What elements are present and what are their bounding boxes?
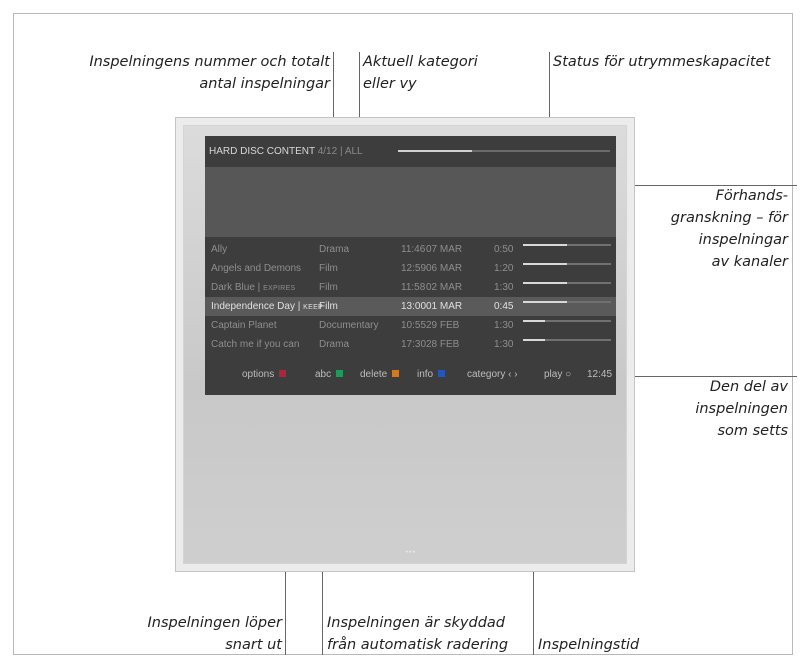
annotation-storage-status: Status för utrymmeskapacitet: [553, 54, 771, 70]
watched-progress-fill: [523, 320, 545, 322]
recording-count: 4/12: [317, 146, 338, 157]
annotation-protected: Inspelningen är skyddad från automatisk …: [327, 615, 509, 653]
watched-progress-bar: [523, 320, 611, 322]
category-label: ALL: [344, 146, 363, 157]
recording-date: 28 FEB: [426, 339, 460, 350]
annotation-expires: Inspelningen löper snart ut: [147, 615, 283, 653]
annotation-preview: Förhands- granskning – för inspelningar …: [670, 188, 788, 270]
info-button[interactable]: info: [417, 369, 446, 380]
menu-title: HARD DISC CONTENT: [209, 146, 315, 157]
capacity-bar-fill: [398, 150, 473, 152]
watched-progress-fill: [523, 301, 567, 303]
recording-genre: Drama: [319, 244, 350, 255]
recording-genre: Documentary: [319, 320, 379, 331]
recording-time: 13:00: [401, 301, 427, 312]
watched-progress-fill: [523, 282, 567, 284]
recording-title: Ally: [211, 244, 228, 255]
recording-duration: 1:30: [494, 282, 514, 293]
recording-time: 12:59: [401, 263, 427, 274]
watched-progress-bar: [523, 301, 611, 303]
yellow-key-icon: [392, 370, 400, 377]
recording-title: Catch me if you can: [211, 339, 300, 350]
recording-row[interactable]: Independence Day | KEEP Film 13:00 01 MAR 0:…: [205, 297, 616, 316]
options-button[interactable]: options: [242, 369, 287, 380]
recording-date: 02 MAR: [426, 282, 463, 293]
recording-duration: 0:45: [494, 301, 514, 312]
recording-duration: 1:30: [494, 339, 514, 350]
recording-time: 11:58: [401, 282, 426, 293]
watched-progress-fill: [523, 339, 545, 341]
blue-key-icon: [438, 370, 446, 377]
recording-date: 07 MAR: [426, 244, 463, 255]
watched-progress-bar: [523, 339, 611, 341]
recording-tag: EXPIRES: [263, 285, 296, 292]
screen-header: HARD DISC CONTENT 4/12 | ALL: [209, 146, 363, 157]
recording-row[interactable]: Angels and Demons Film 12:59 06 MAR 1:20: [205, 259, 616, 278]
recording-date: 06 MAR: [426, 263, 463, 274]
recording-title: Independence Day | KEEP: [211, 301, 324, 312]
tv-standby-indicator: •••: [405, 549, 416, 556]
category-button[interactable]: category ‹ ›: [467, 369, 518, 380]
watched-progress-bar: [523, 282, 611, 284]
tv-screen: HARD DISC CONTENT 4/12 | ALL Ally Drama 1…: [205, 136, 616, 395]
recording-title: Angels and Demons: [211, 263, 302, 274]
preview-area: [205, 167, 616, 237]
recording-genre: Drama: [319, 339, 350, 350]
recording-date: 01 MAR: [426, 301, 463, 312]
red-key-icon: [279, 370, 287, 377]
recording-title: Captain Planet: [211, 320, 277, 331]
abc-button[interactable]: abc: [315, 369, 344, 380]
watched-progress-fill: [523, 244, 567, 246]
recording-row[interactable]: Catch me if you can Drama 17:30 28 FEB 1:30: [205, 335, 616, 354]
recording-time: 17:30: [401, 339, 427, 350]
recording-duration: 0:50: [494, 244, 514, 255]
green-key-icon: [336, 370, 344, 377]
recording-row[interactable]: Dark Blue | EXPIRES Film 11:58 02 MAR 1:30: [205, 278, 616, 297]
recording-row[interactable]: Captain Planet Documentary 10:55 29 FEB 1:3…: [205, 316, 616, 335]
play-button[interactable]: play ○: [544, 369, 571, 380]
annotation-duration: Inspelningstid: [538, 637, 640, 653]
recording-row[interactable]: Ally Drama 11:46 07 MAR 0:50: [205, 240, 616, 259]
leader-line: [333, 52, 334, 96]
footer-bar: options abc delete info category ‹ › pla…: [205, 369, 616, 385]
recording-time: 10:55: [401, 320, 427, 331]
recording-title: Dark Blue | EXPIRES: [211, 282, 296, 293]
annotation-recording-count: Inspelningens nummer och totalt antal in…: [89, 54, 330, 92]
watched-progress-bar: [523, 244, 611, 246]
recording-duration: 1:30: [494, 320, 514, 331]
watched-progress-fill: [523, 263, 567, 265]
delete-button[interactable]: delete: [360, 369, 400, 380]
recording-genre: Film: [319, 282, 338, 293]
header-separator: |: [339, 146, 343, 157]
watched-progress-bar: [523, 263, 611, 265]
clock: 12:45: [587, 369, 613, 380]
recording-genre: Film: [319, 263, 338, 274]
recording-time: 11:46: [401, 244, 426, 255]
recording-genre: Film: [319, 301, 338, 312]
annotation-category: Aktuell kategori eller vy: [363, 54, 478, 92]
recording-date: 29 FEB: [426, 320, 460, 331]
capacity-bar: [398, 150, 610, 152]
annotation-watched: Den del av inspelningen som setts: [695, 379, 788, 439]
recording-duration: 1:20: [494, 263, 514, 274]
